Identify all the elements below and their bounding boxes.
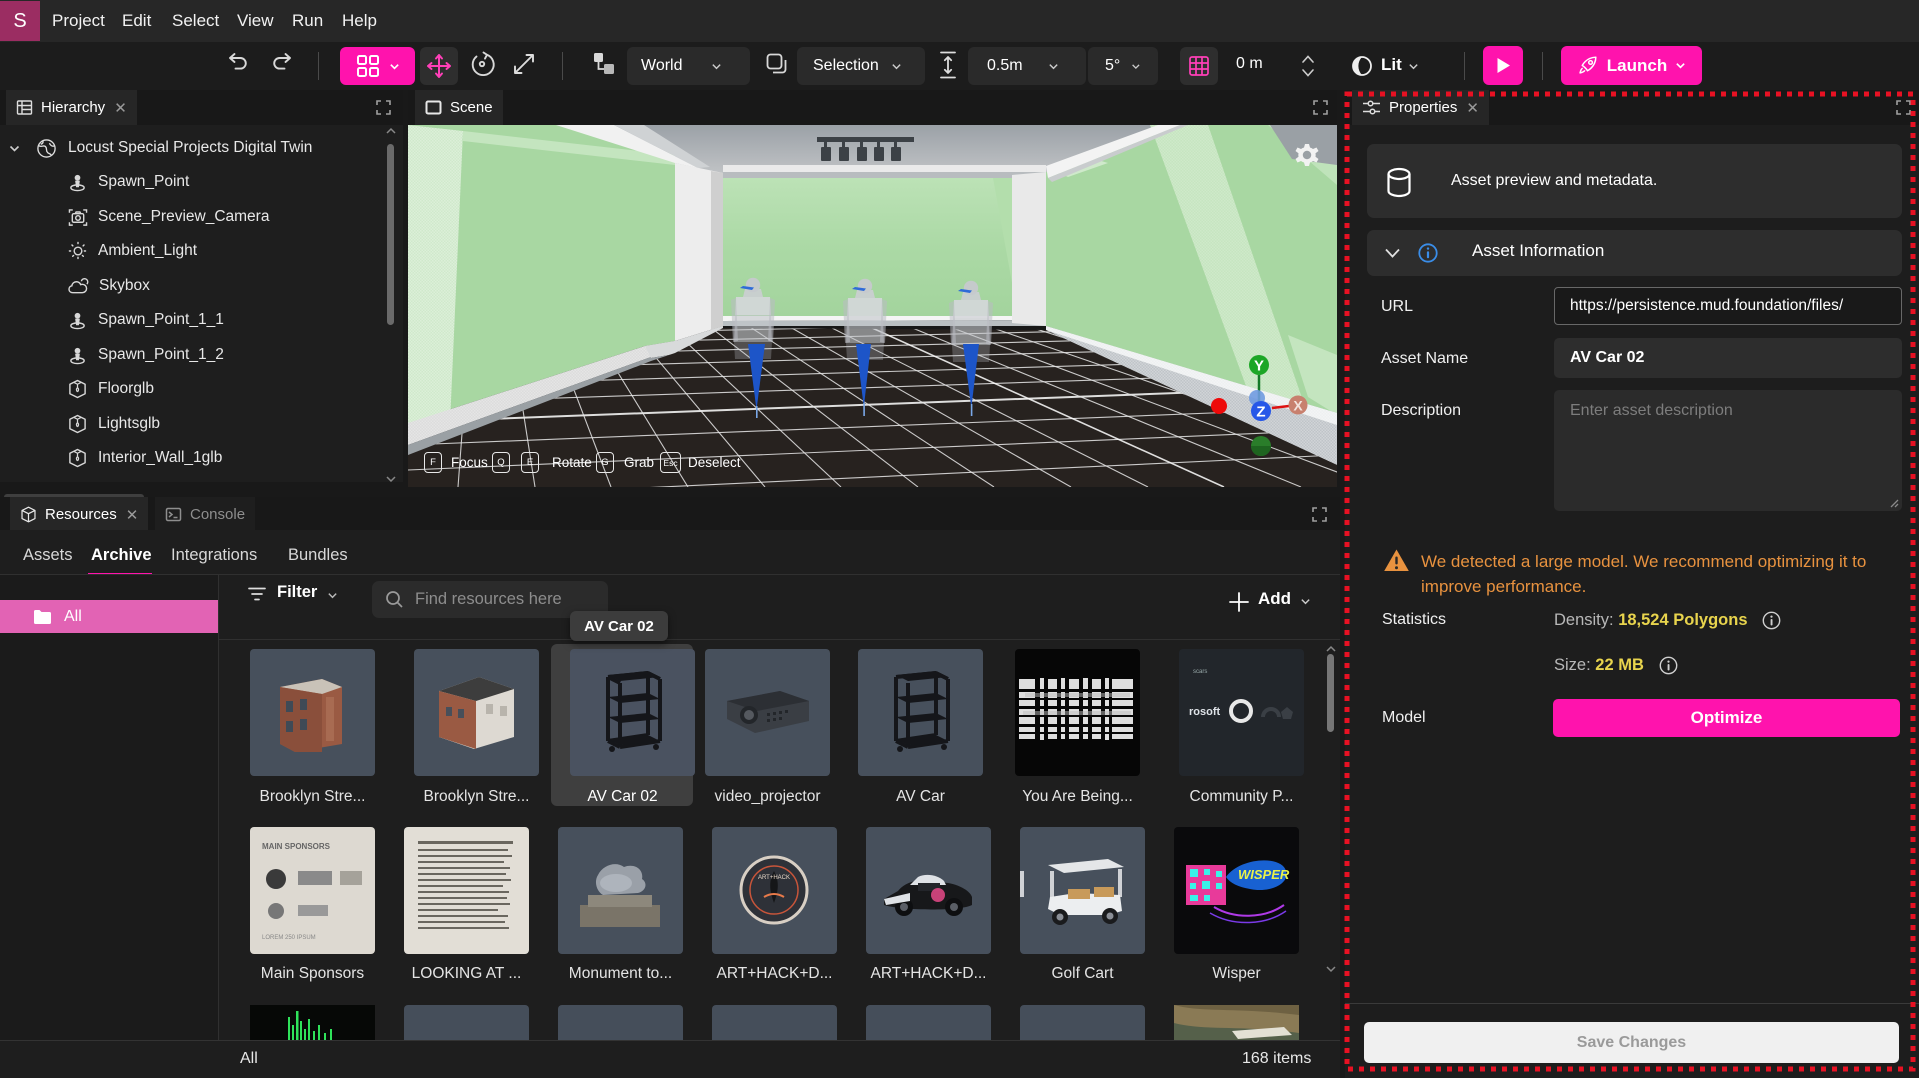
svg-text:MAIN SPONSORS: MAIN SPONSORS: [262, 842, 331, 851]
svg-text:scars: scars: [1193, 669, 1207, 675]
svg-text:rosoft: rosoft: [1189, 706, 1221, 718]
svg-text:WISPER: WISPER: [1238, 867, 1290, 882]
svg-text:Y: Y: [1254, 358, 1264, 375]
svg-text:ART+HACK: ART+HACK: [758, 875, 790, 881]
svg-text:Z: Z: [1256, 404, 1265, 421]
svg-text:LOREM 250 IPSUM: LOREM 250 IPSUM: [262, 935, 316, 941]
svg-text:X: X: [1293, 398, 1303, 414]
